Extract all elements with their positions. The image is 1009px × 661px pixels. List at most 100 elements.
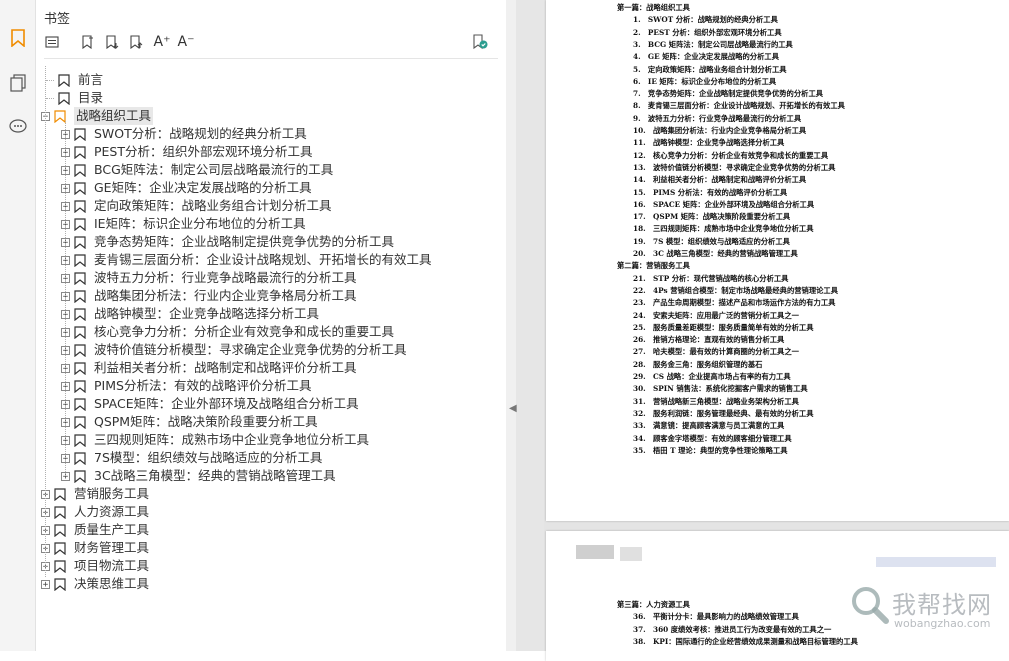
bookmark-icon [54,523,66,537]
bookmark-item[interactable]: + QSPM矩阵：战略决策阶段重要分析工具 [61,413,318,431]
bookmark-label: 波特价值链分析模型：寻求确定企业竞争优势的分析工具 [94,342,407,357]
tree-guide-line [45,66,46,577]
bookmark-label: GE矩阵：企业决定发展战略的分析工具 [94,180,312,195]
doc-toc-line: 2. PEST 分析：组织外部宏观环境分析工具 [633,27,782,37]
doc-toc-line: 21. STP 分析：现代营销战略的核心分析工具 [633,273,789,283]
doc-toc-line: 22. 4Ps 营销组合模型：制定市场战略最经典的营销理论工具 [633,285,839,295]
doc-toc-line: 3. BCG 矩阵法：制定公司层战略最流行的工具 [633,39,793,49]
doc-toc-line: 32. 服务利润链：服务管理最经典、最有效的分析工具 [633,408,814,418]
bookmark-label: 前言 [78,72,104,87]
bookmark-label: 项目物流工具 [74,558,150,573]
doc-toc-line: 37. 360 度绩效考核：推进员工行为改变最有效的工具之一 [633,624,832,634]
bookmark-label: BCG矩阵法：制定公司层战略最流行的工具 [94,162,334,177]
collapse-arrow-icon[interactable]: ◀ [509,403,517,414]
bookmark-up-icon[interactable] [126,32,146,52]
bookmark-item[interactable]: + 战略集团分析法：行业内企业竞争格局分析工具 [61,287,357,305]
bookmark-label: IE矩阵：标识企业分布地位的分析工具 [94,216,306,231]
bookmark-icon [74,145,86,159]
doc-toc-line: 15. PIMS 分析法：有效的战略评价分析工具 [633,187,788,197]
doc-toc-line: 5. 定向政策矩阵：战略业务组合计划分析工具 [633,64,787,74]
expand-toggle-icon[interactable]: + [41,579,50,589]
doc-toc-line: 25. 服务质量差距模型：服务质量简单有效的分析工具 [633,322,814,332]
bookmark-chapter[interactable]: − 战略组织工具 [41,107,154,125]
bookmark-down-icon[interactable] [102,32,122,52]
doc-toc-line: 35. 梧田 T 理论：典型的竞争性理论策略工具 [633,445,788,455]
bookmark-chapter[interactable]: + 人力资源工具 [41,503,149,521]
bookmark-icon [54,487,66,501]
splitter[interactable] [516,0,544,651]
doc-toc-line: 6. IE 矩阵：标识企业分布地位的分析工具 [633,76,777,86]
bookmark-chapter[interactable]: + 营销服务工具 [41,485,149,503]
bookmark-icon [58,73,70,87]
bookmark-item[interactable]: + PIMS分析法：有效的战略评价分析工具 [61,377,311,395]
bookmark-icon [74,289,86,303]
doc-toc-line: 1. SWOT 分析：战略规划的经典分析工具 [633,15,778,25]
doc-toc-line: 10. 战略集团分析法：行业内企业竞争格局分析工具 [633,126,807,135]
watermark-url: wobangzhao.com [894,617,991,630]
bookmark-icon [58,91,70,105]
bookmark-chapter[interactable]: + 财务管理工具 [41,539,149,557]
magnifier-icon [852,587,889,624]
bookmark-icon [74,379,86,393]
bookmark-check-icon[interactable] [470,32,490,52]
bookmark-item[interactable]: + 波特五力分析：行业竞争战略最流行的分析工具 [61,269,357,287]
bookmark-item[interactable]: + 战略钟模型：企业竞争战略选择分析工具 [61,305,319,323]
bookmark-label: 核心竞争力分析：分析企业有效竞争和成长的重要工具 [94,324,395,339]
bookmark-label: 营销服务工具 [74,486,150,501]
bookmark-icon [74,469,86,483]
doc-toc-line: 16. SPACE 矩阵：企业外部环境及战略组合分析工具 [633,199,815,209]
bookmark-label: 7S模型：组织绩效与战略适应的分析工具 [94,450,323,465]
bookmark-icon [74,415,86,429]
bookmark-label: 麦肯锡三层面分析：企业设计战略规划、开拓增长的有效工具 [94,252,432,267]
bookmark-label: 定向政策矩阵：战略业务组合计划分析工具 [94,198,332,213]
bookmark-item[interactable]: + 麦肯锡三层面分析：企业设计战略规划、开拓增长的有效工具 [61,251,432,269]
pages-panel-icon[interactable] [7,72,29,94]
bookmark-panel-icon[interactable] [7,27,29,49]
doc-toc-line: 24. 安索夫矩阵：应用最广泛的营销分析工具之一 [633,310,799,320]
bookmark-label: 三四规则矩阵：成熟市场中企业竞争地位分析工具 [94,432,370,447]
bookmark-icon [54,559,66,573]
bookmark-item[interactable]: + BCG矩阵法：制定公司层战略最流行的工具 [61,161,333,179]
bookmark-item[interactable]: + SWOT分析：战略规划的经典分析工具 [61,125,307,143]
bookmark-item[interactable]: +3C战略三角模型：经典的营销战略管理工具 [61,467,336,485]
comment-panel-icon[interactable] [7,116,29,138]
outline-icon[interactable] [42,32,62,52]
bookmark-label: 战略集团分析法：行业内企业竞争格局分析工具 [94,288,357,303]
bookmark-icon [74,181,86,195]
bookmark-label: 目录 [78,90,104,105]
font-larger-icon[interactable]: A⁺ [152,32,172,52]
bookmark-chapter[interactable]: + 质量生产工具 [41,521,149,539]
bookmark-icon [74,199,86,213]
bookmark-item[interactable]: + 定向政策矩阵：战略业务组合计划分析工具 [61,197,332,215]
watermark-text: 我帮找网 [892,591,992,619]
font-smaller-icon[interactable]: A⁻ [176,32,196,52]
bookmark-label: 战略钟模型：企业竞争战略选择分析工具 [94,306,320,321]
bookmark-item[interactable]: + 核心竞争力分析：分析企业有效竞争和成长的重要工具 [61,323,394,341]
blurred-header [876,557,996,567]
bookmark-item[interactable]: + 波特价值链分析模型：寻求确定企业竞争优势的分析工具 [61,341,407,359]
doc-section-heading: 第一篇：战略组织工具 [617,3,690,12]
bookmark-item[interactable]: + SPACE矩阵：企业外部环境及战略组合分析工具 [61,395,359,413]
doc-toc-line: 9. 波特五力分析：行业竞争战略最流行的分析工具 [633,113,802,123]
panel-scroll-gutter[interactable] [506,0,516,651]
bookmark-label: 波特五力分析：行业竞争战略最流行的分析工具 [94,270,357,285]
bookmark-label: SWOT分析：战略规划的经典分析工具 [94,126,307,141]
doc-toc-line: 31. 营销战略新三角模型：战略业务架构分析工具 [633,396,799,406]
bookmark-item[interactable]: + IE矩阵：标识企业分布地位的分析工具 [61,215,306,233]
doc-toc-line: 33. 满意镜：提高顾客满意与员工满意的工具 [633,421,785,431]
bookmark-chapter[interactable]: + 项目物流工具 [41,557,149,575]
bookmark-chapter[interactable]: + 决策思维工具 [41,575,149,593]
bookmark-item[interactable]: +7S模型：组织绩效与战略适应的分析工具 [61,449,322,467]
bookmark-item[interactable]: + 三四规则矩阵：成熟市场中企业竞争地位分析工具 [61,431,369,449]
bookmark-label: 财务管理工具 [74,540,150,555]
bookmark-label: PIMS分析法：有效的战略评价分析工具 [94,378,312,393]
bookmark-add-icon[interactable] [78,32,98,52]
bookmark-item[interactable]: + 竞争态势矩阵：企业战略制定提供竞争优势的分析工具 [61,233,394,251]
bookmark-label: QSPM矩阵：战略决策阶段重要分析工具 [94,414,318,429]
document-page-1: 第一篇：战略组织工具 1. SWOT 分析：战略规划的经典分析工具 2. PEST … [546,0,1009,521]
doc-toc-line: 20. 3C 战略三角模型：经典的营销战略管理工具 [633,249,798,258]
bookmark-item[interactable]: + GE矩阵：企业决定发展战略的分析工具 [61,179,312,197]
bookmark-item[interactable]: + PEST分析：组织外部宏观环境分析工具 [61,143,313,161]
doc-toc-line: 26. 推销方格理论：直观有效的销售分析工具 [633,335,785,345]
bookmark-item[interactable]: + 利益相关者分析：战略制定和战略评价分析工具 [61,359,357,377]
